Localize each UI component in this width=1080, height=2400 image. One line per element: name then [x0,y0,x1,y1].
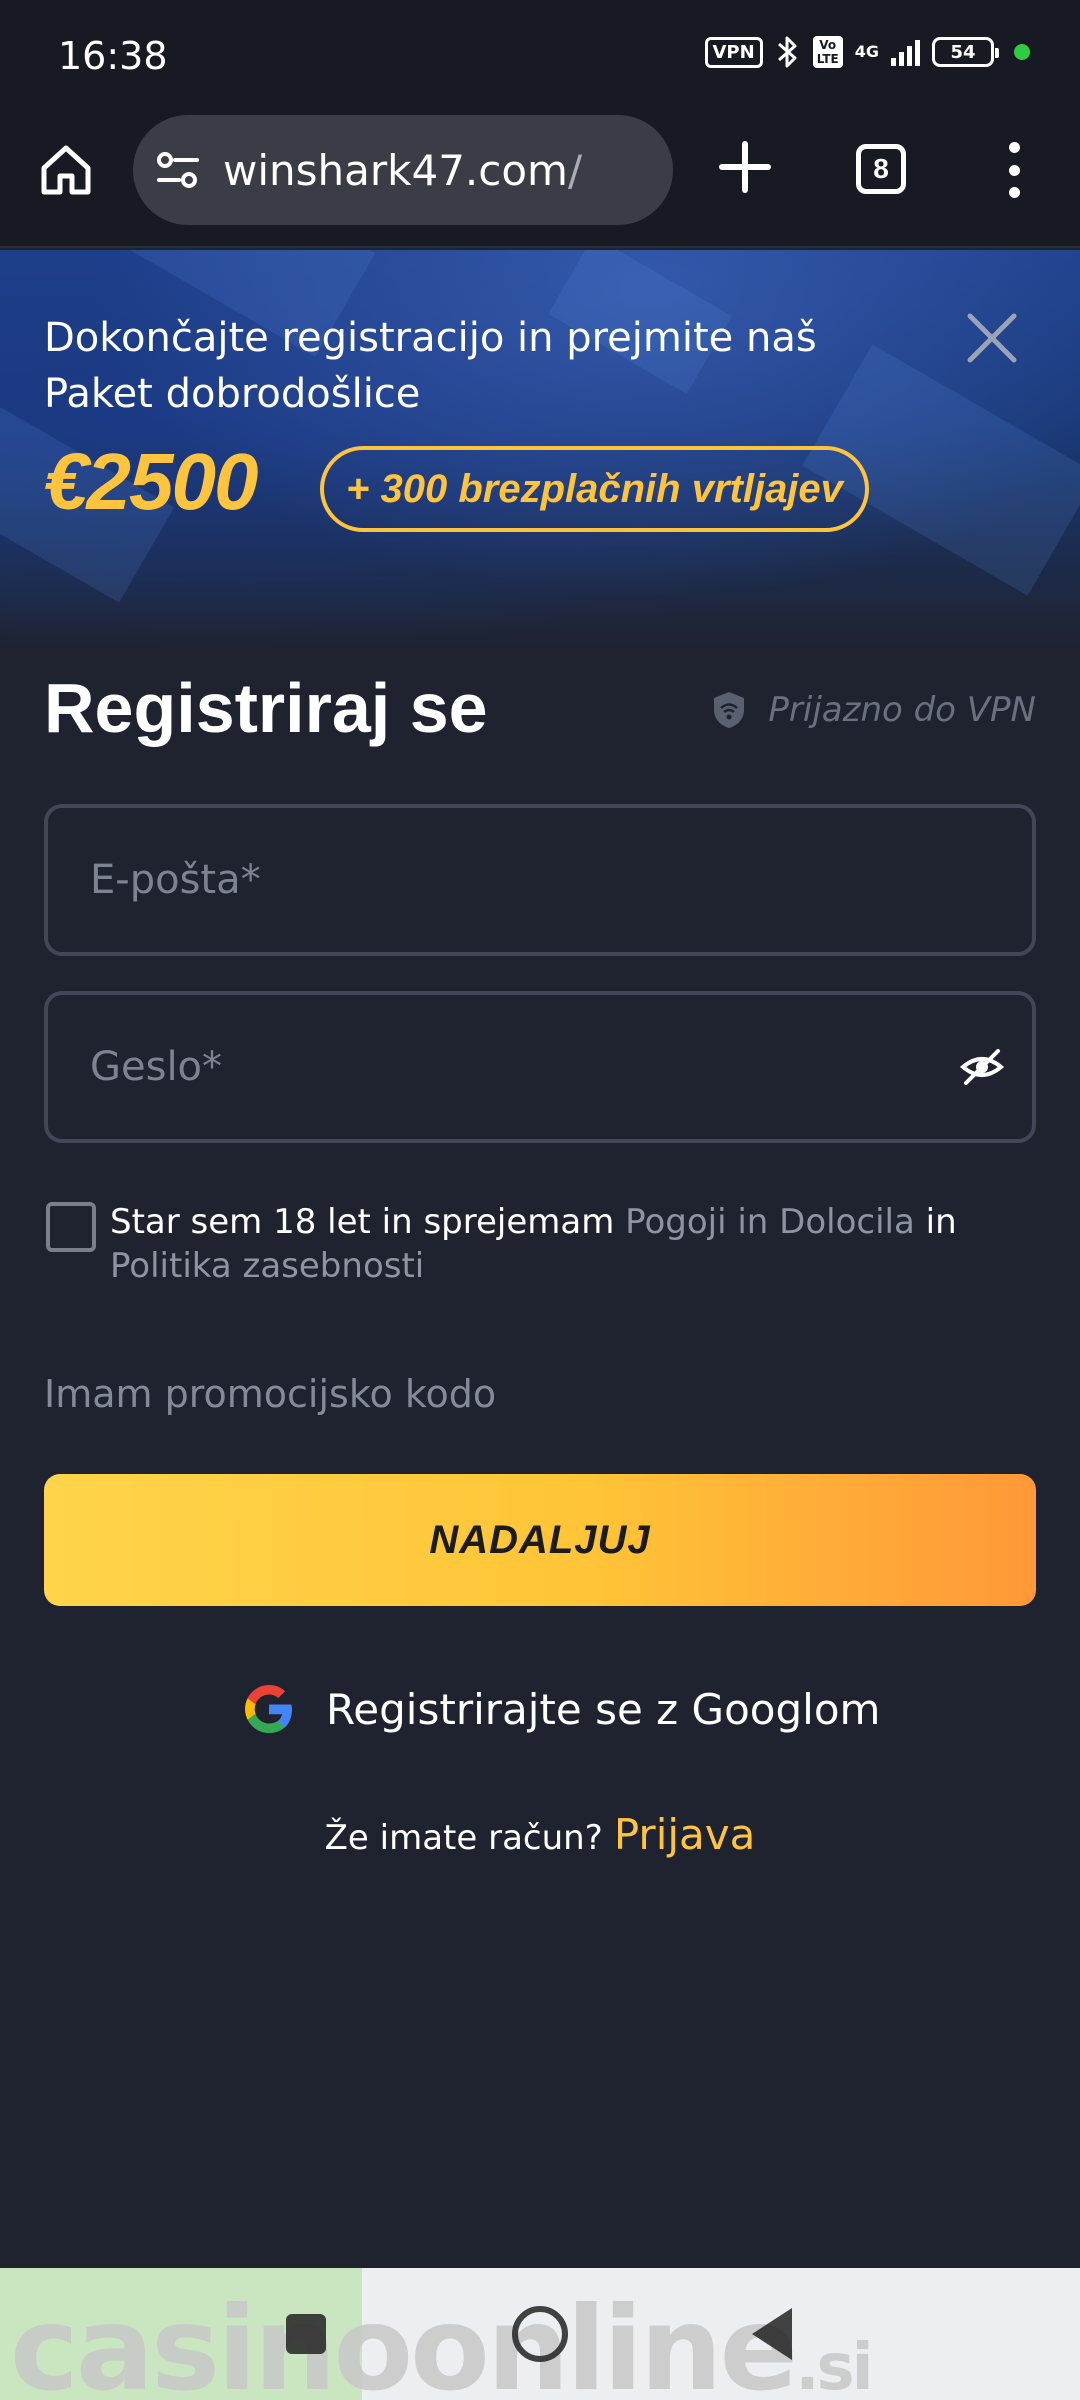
battery-level: 54 [950,41,976,63]
watermark-main: casinoonline [10,2282,798,2400]
consent-mid: in [914,1202,957,1242]
banner-headline: Dokončajte registracijo in prejmite naš … [44,315,817,417]
privacy-indicator-dot [1014,44,1030,60]
password-field-container [44,991,1036,1143]
continue-button[interactable]: NADALJUJ [44,1474,1036,1606]
url-domain: winshark47.com [223,145,568,195]
url-path: /sl [567,145,583,195]
recent-apps-button[interactable] [286,2314,326,2354]
vpn-status-icon: VPN [704,36,763,68]
volte-icon: Vo LTE [812,36,843,68]
login-prompt: Že imate račun? Prijava [0,1810,1080,1859]
consent-text: Star sem 18 let in sprejemam Pogoji in D… [110,1200,1010,1288]
google-signup-button[interactable]: Registrirajte se z Googlom [240,1680,880,1738]
promo-banner: Dokončajte registracijo in prejmite naš … [0,250,1080,650]
network-type: 4G [854,42,879,61]
eye-off-icon[interactable] [960,1045,1004,1089]
casino-online-watermark: casinoonline.si [10,2282,874,2400]
bluetooth-icon [777,36,797,68]
email-field[interactable] [90,857,910,903]
home-icon[interactable] [38,142,94,198]
age-terms-checkbox[interactable] [46,1202,96,1252]
status-icons: VPN Vo LTE 4G 54 [704,34,1030,70]
system-navigation-bar: casinoonline.si [0,2268,1080,2400]
status-bar: 16:38 VPN Vo LTE 4G 54 [0,0,1080,112]
vpn-friendly-note: Prijazno do VPN [712,690,1036,730]
signal-icon [891,38,920,66]
status-time: 16:38 [58,34,168,78]
password-field[interactable] [90,1044,910,1090]
free-spins-badge: + 300 brezplačnih vrtljajev [320,446,869,532]
privacy-policy-link[interactable]: Politika zasebnosti [110,1246,424,1286]
tab-switcher-button[interactable]: 8 [856,144,906,194]
new-tab-icon[interactable] [718,140,772,194]
login-question: Že imate račun? [324,1818,603,1858]
watermark-suffix: .si [795,2331,873,2400]
back-button[interactable] [752,2308,792,2360]
more-menu-icon[interactable] [998,142,1030,198]
terms-link[interactable]: Pogoji in Dolocila [625,1202,915,1242]
email-field-container [44,804,1036,956]
close-icon[interactable] [966,312,1018,364]
shield-wifi-icon [714,692,745,728]
home-button[interactable] [512,2306,568,2362]
address-bar[interactable]: winshark47.com/sl [133,115,673,225]
battery-icon: 54 [932,37,999,67]
consent-prefix: Star sem 18 let in sprejemam [110,1202,626,1242]
login-link[interactable]: Prijava [614,1810,756,1859]
browser-toolbar: winshark47.com/sl 8 [0,112,1080,248]
volte-bottom: LTE [816,52,839,66]
promo-code-link[interactable]: Imam promocijsko kodo [44,1372,496,1416]
url-text[interactable]: winshark47.com/sl [223,146,583,195]
vpn-note-label: Prijazno do VPN [768,690,1036,730]
google-signup-label: Registrirajte se z Googlom [326,1684,881,1734]
volte-top: Vo [819,38,837,52]
site-settings-icon[interactable] [155,150,201,190]
google-logo-icon [245,1685,292,1733]
bonus-amount: €2500 [44,437,258,526]
page-title: Registriraj se [44,669,488,747]
